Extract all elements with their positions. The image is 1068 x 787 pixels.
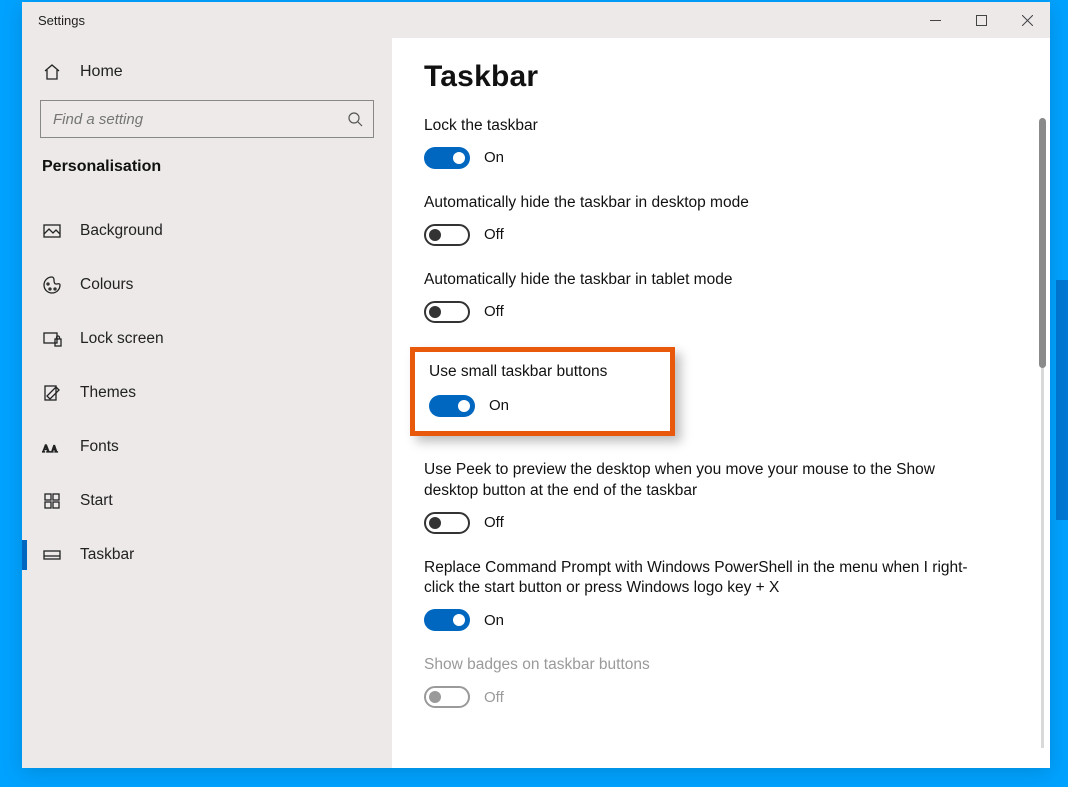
setting-label: Show badges on taskbar buttons [424, 655, 984, 676]
setting-label: Automatically hide the taskbar in tablet… [424, 270, 984, 291]
setting-label: Automatically hide the taskbar in deskto… [424, 193, 984, 214]
toggle-switch[interactable] [424, 147, 470, 169]
highlight-box: Use small taskbar buttons On [410, 347, 675, 436]
sidebar-item-themes[interactable]: Themes [22, 366, 392, 420]
sidebar-item-taskbar[interactable]: Taskbar [22, 528, 392, 582]
desktop-background-edge [1056, 280, 1068, 520]
toggle-knob [453, 614, 465, 626]
search-input[interactable] [41, 111, 337, 128]
toggle-state-label: On [484, 149, 504, 166]
toggle-switch[interactable] [424, 609, 470, 631]
scrollbar-thumb[interactable] [1039, 118, 1046, 368]
toggle-state-label: Off [484, 689, 504, 706]
page-title: Taskbar [424, 60, 1022, 94]
setting-row: Lock the taskbar On [424, 116, 984, 169]
toggle-knob [429, 691, 441, 703]
minimize-button[interactable] [912, 2, 958, 38]
toggle-state-label: Off [484, 226, 504, 243]
toggle-row: Off [424, 686, 984, 708]
toggle-state-label: On [489, 397, 509, 414]
sidebar-item-label: Fonts [80, 438, 119, 456]
svg-text:A: A [51, 444, 58, 454]
toggle-row: Off [424, 224, 984, 246]
toggle-row: Off [424, 301, 984, 323]
sidebar: Home Personalisation [22, 38, 392, 768]
sidebar-item-label: Taskbar [80, 546, 134, 564]
toggle-state-label: Off [484, 514, 504, 531]
sidebar-item-label: Lock screen [80, 330, 164, 348]
svg-text:A: A [42, 443, 50, 455]
sidebar-item-label: Start [80, 492, 113, 510]
start-icon [42, 491, 62, 511]
toggle-row: On [424, 147, 984, 169]
sidebar-item-label: Colours [80, 276, 133, 294]
category-heading: Personalisation [22, 144, 392, 184]
toggle-state-label: On [484, 612, 504, 629]
setting-row: Use small taskbar buttons On [429, 362, 656, 417]
sidebar-item-label: Themes [80, 384, 136, 402]
toggle-knob [458, 400, 470, 412]
setting-label: Lock the taskbar [424, 116, 984, 137]
toggle-knob [429, 229, 441, 241]
close-button[interactable] [1004, 2, 1050, 38]
titlebar: Settings [22, 2, 1050, 38]
toggle-row: Off [424, 512, 984, 534]
toggle-state-label: Off [484, 303, 504, 320]
toggle-switch [424, 686, 470, 708]
sidebar-item-colours[interactable]: Colours [22, 258, 392, 312]
toggle-knob [453, 152, 465, 164]
setting-row: Replace Command Prompt with Windows Powe… [424, 558, 984, 632]
settings-window: Settings Home [22, 2, 1050, 768]
sidebar-item-label: Background [80, 222, 163, 240]
setting-row: Use Peek to preview the desktop when you… [424, 460, 984, 534]
search-icon [337, 111, 373, 127]
setting-label: Replace Command Prompt with Windows Powe… [424, 558, 984, 600]
setting-row: Automatically hide the taskbar in deskto… [424, 193, 984, 246]
toggle-knob [429, 306, 441, 318]
setting-row: Automatically hide the taskbar in tablet… [424, 270, 984, 323]
toggle-switch[interactable] [424, 224, 470, 246]
lockscreen-icon [42, 329, 62, 349]
sidebar-item-start[interactable]: Start [22, 474, 392, 528]
search-box[interactable] [40, 100, 374, 138]
setting-label: Use Peek to preview the desktop when you… [424, 460, 984, 502]
sidebar-item-fonts[interactable]: AA Fonts [22, 420, 392, 474]
taskbar-icon [42, 545, 62, 565]
nav-list: Background Colours Lock screen [22, 204, 392, 582]
home-label: Home [80, 63, 123, 81]
toggle-switch[interactable] [429, 395, 475, 417]
setting-row: Show badges on taskbar buttons Off [424, 655, 984, 708]
window-title: Settings [22, 13, 85, 28]
maximize-button[interactable] [958, 2, 1004, 38]
colours-icon [42, 275, 62, 295]
sidebar-item-background[interactable]: Background [22, 204, 392, 258]
fonts-icon: AA [42, 437, 62, 457]
setting-label: Use small taskbar buttons [429, 362, 656, 383]
sidebar-item-lockscreen[interactable]: Lock screen [22, 312, 392, 366]
main-content: Taskbar Lock the taskbar On Automatically … [392, 38, 1050, 768]
toggle-knob [429, 517, 441, 529]
themes-icon [42, 383, 62, 403]
toggle-row: On [424, 609, 984, 631]
home-icon [42, 62, 62, 82]
toggle-switch[interactable] [424, 301, 470, 323]
toggle-row: On [429, 395, 656, 417]
home-nav[interactable]: Home [22, 52, 392, 92]
toggle-switch[interactable] [424, 512, 470, 534]
background-icon [42, 221, 62, 241]
